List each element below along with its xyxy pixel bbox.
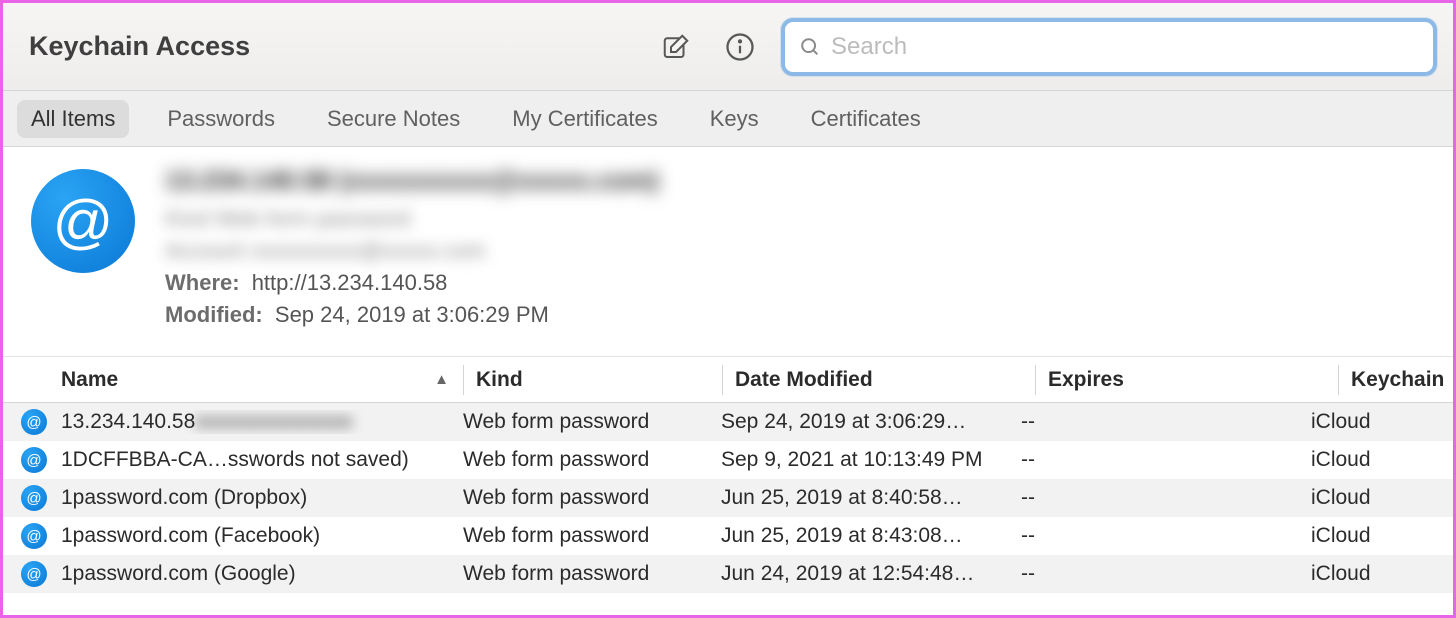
cell-name: 1password.com (Google) <box>61 562 463 586</box>
at-icon: @ <box>21 561 47 587</box>
search-icon <box>799 36 821 58</box>
detail-pane: @ 13.234.140.58 (xxxxxxxxxx@xxxxx.com) K… <box>3 147 1453 357</box>
compose-button[interactable] <box>653 24 699 70</box>
at-icon: @ <box>21 447 47 473</box>
header-kind[interactable]: Kind <box>476 368 722 392</box>
tab-certificates[interactable]: Certificates <box>797 100 935 138</box>
detail-title-blurred: 13.234.140.58 (xxxxxxxxxx@xxxxx.com) <box>165 165 1425 196</box>
tab-my-certificates[interactable]: My Certificates <box>498 100 671 138</box>
search-input[interactable] <box>831 33 1419 61</box>
cell-date: Jun 25, 2019 at 8:40:58… <box>721 486 1021 510</box>
cell-keychain: iCloud <box>1311 410 1453 434</box>
cell-expires: -- <box>1021 524 1311 548</box>
cell-kind: Web form password <box>463 486 721 510</box>
table-row[interactable]: @ 1password.com (Facebook) Web form pass… <box>3 517 1453 555</box>
at-icon: @ <box>21 523 47 549</box>
at-icon: @ <box>31 169 135 273</box>
cell-name: 1password.com (Dropbox) <box>61 486 463 510</box>
table-row[interactable]: @ 1DCFFBBA-CA…sswords not saved) Web for… <box>3 441 1453 479</box>
cell-keychain: iCloud <box>1311 562 1453 586</box>
where-value: http://13.234.140.58 <box>252 270 448 295</box>
header-name-label: Name <box>61 368 118 392</box>
table-row[interactable]: @ 1password.com (Google) Web form passwo… <box>3 555 1453 593</box>
tab-keys[interactable]: Keys <box>696 100 773 138</box>
table-row[interactable]: @ 1password.com (Dropbox) Web form passw… <box>3 479 1453 517</box>
table-header: Name ▲ Kind Date Modified Expires Keycha… <box>3 357 1453 403</box>
toolbar: Keychain Access <box>3 3 1453 91</box>
window-title: Keychain Access <box>29 31 250 62</box>
cell-date: Sep 24, 2019 at 3:06:29… <box>721 410 1021 434</box>
detail-modified: Modified: Sep 24, 2019 at 3:06:29 PM <box>165 302 1425 328</box>
cell-date: Jun 25, 2019 at 8:43:08… <box>721 524 1021 548</box>
header-expires[interactable]: Expires <box>1048 368 1338 392</box>
cell-expires: -- <box>1021 410 1311 434</box>
detail-text: 13.234.140.58 (xxxxxxxxxx@xxxxx.com) Kin… <box>165 165 1425 334</box>
cell-date: Jun 24, 2019 at 12:54:48… <box>721 562 1021 586</box>
cell-keychain: iCloud <box>1311 524 1453 548</box>
cell-kind: Web form password <box>463 524 721 548</box>
cell-expires: -- <box>1021 562 1311 586</box>
header-keychain[interactable]: Keychain <box>1351 368 1453 392</box>
table-body: @ 13.234.140.58xxxxxxxxxxxxxxx Web form … <box>3 403 1453 593</box>
at-icon: @ <box>21 409 47 435</box>
tab-passwords[interactable]: Passwords <box>153 100 289 138</box>
cell-name: 13.234.140.58xxxxxxxxxxxxxxx <box>61 410 463 434</box>
tab-secure-notes[interactable]: Secure Notes <box>313 100 474 138</box>
cell-keychain: iCloud <box>1311 486 1453 510</box>
modified-value: Sep 24, 2019 at 3:06:29 PM <box>275 302 549 327</box>
cell-date: Sep 9, 2021 at 10:13:49 PM <box>721 448 1021 472</box>
header-date[interactable]: Date Modified <box>735 368 1035 392</box>
cell-expires: -- <box>1021 448 1311 472</box>
cell-expires: -- <box>1021 486 1311 510</box>
modified-label: Modified: <box>165 302 263 327</box>
detail-account-blurred: Account xxxxxxxxxx@xxxxx.com <box>165 238 1425 264</box>
row-name-blurred: xxxxxxxxxxxxxxx <box>195 410 353 434</box>
tab-all-items[interactable]: All Items <box>17 100 129 138</box>
detail-kind-blurred: Kind Web form password <box>165 206 1425 232</box>
compose-icon <box>661 32 691 62</box>
detail-where: Where: http://13.234.140.58 <box>165 270 1425 296</box>
cell-kind: Web form password <box>463 410 721 434</box>
table-row[interactable]: @ 13.234.140.58xxxxxxxxxxxxxxx Web form … <box>3 403 1453 441</box>
info-button[interactable] <box>717 24 763 70</box>
header-name[interactable]: Name ▲ <box>61 368 463 392</box>
search-field[interactable] <box>781 18 1437 76</box>
where-label: Where: <box>165 270 240 295</box>
cell-name: 1password.com (Facebook) <box>61 524 463 548</box>
cell-kind: Web form password <box>463 448 721 472</box>
info-icon <box>725 32 755 62</box>
tab-bar: All Items Passwords Secure Notes My Cert… <box>3 91 1453 147</box>
at-icon: @ <box>21 485 47 511</box>
row-name-text: 13.234.140.58 <box>61 410 195 433</box>
cell-name: 1DCFFBBA-CA…sswords not saved) <box>61 448 463 472</box>
cell-keychain: iCloud <box>1311 448 1453 472</box>
sort-ascending-icon: ▲ <box>434 371 449 388</box>
cell-kind: Web form password <box>463 562 721 586</box>
